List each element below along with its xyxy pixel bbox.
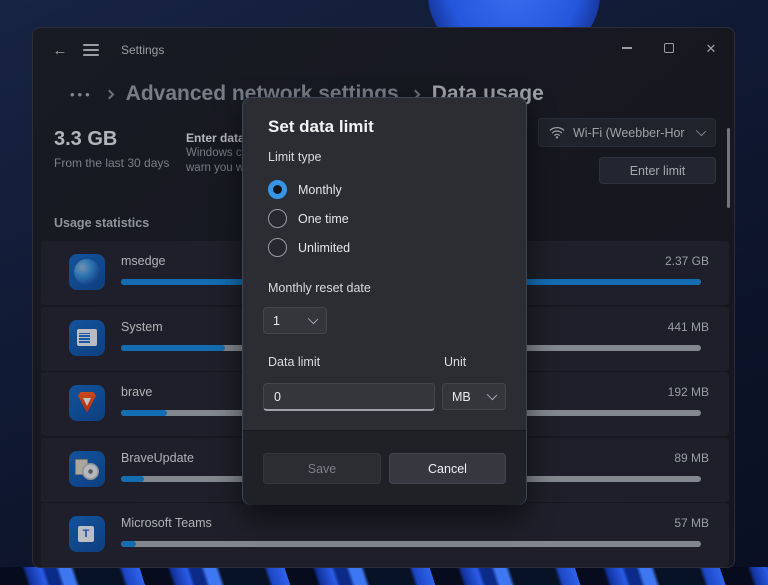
radio-button-icon[interactable] — [268, 180, 287, 199]
radio-label: One time — [298, 212, 349, 226]
cancel-button[interactable]: Cancel — [389, 453, 506, 484]
radio-monthly[interactable]: Monthly — [268, 180, 342, 199]
data-limit-input[interactable] — [263, 383, 435, 411]
chevron-down-icon — [487, 389, 497, 399]
radio-one-time[interactable]: One time — [268, 209, 349, 228]
radio-button-icon[interactable] — [268, 238, 287, 257]
reset-date-select[interactable]: 1 — [263, 307, 327, 334]
reset-date-value: 1 — [273, 314, 280, 328]
chevron-down-icon — [308, 313, 318, 323]
unit-label: Unit — [444, 355, 466, 369]
dialog-footer: Save Cancel — [243, 430, 526, 505]
unit-value: MB — [452, 390, 471, 404]
radio-unlimited[interactable]: Unlimited — [268, 238, 350, 257]
radio-button-icon[interactable] — [268, 209, 287, 228]
limit-type-label: Limit type — [268, 150, 322, 164]
dialog-title: Set data limit — [268, 117, 374, 137]
data-limit-label: Data limit — [268, 355, 320, 369]
radio-label: Unlimited — [298, 241, 350, 255]
wallpaper-bloom-bottom — [0, 567, 768, 585]
monthly-reset-date-label: Monthly reset date — [268, 281, 371, 295]
radio-label: Monthly — [298, 183, 342, 197]
unit-select[interactable]: MB — [442, 383, 506, 410]
set-data-limit-dialog: Set data limit Limit type Monthly One ti… — [242, 97, 527, 505]
save-button[interactable]: Save — [263, 453, 381, 484]
